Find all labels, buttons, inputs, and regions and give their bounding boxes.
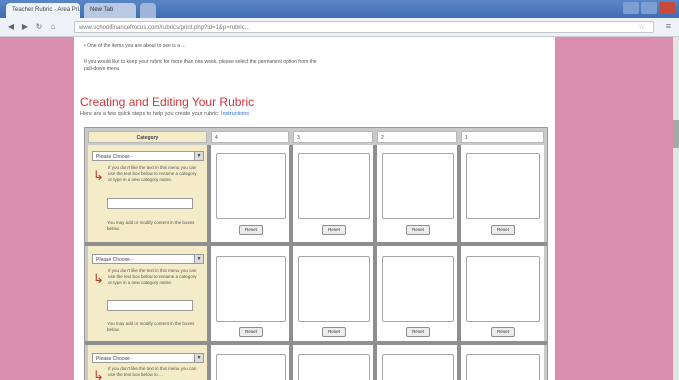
reset-button[interactable]: Reset	[239, 225, 263, 235]
sub-text: Here are a few quick steps to help you c…	[80, 111, 249, 117]
chevron-down-icon: ▼	[194, 255, 203, 263]
category-select[interactable]: Please Choose - ▼	[92, 151, 204, 161]
menu-icon[interactable]: ≡	[666, 21, 671, 31]
category-select-value: Please Choose -	[96, 257, 133, 263]
description-textarea[interactable]	[466, 256, 540, 322]
address-bar[interactable]: www.schoolfinancefrocus.com/rubrics/prin…	[74, 21, 654, 33]
chevron-down-icon: ▼	[194, 354, 203, 362]
category-hint: If you don't like the text in this menu …	[108, 268, 197, 285]
reset-button[interactable]: Reset	[239, 327, 263, 337]
description-textarea[interactable]	[216, 354, 286, 380]
intro-text-3: pull-down menu.	[84, 66, 121, 72]
window-titlebar: Teacher Rubric · Area Pri... New Tab	[0, 0, 679, 18]
page-content: • One of the items you are about to see …	[74, 37, 555, 380]
row-separator	[85, 242, 547, 246]
description-textarea[interactable]	[298, 354, 370, 380]
category-hint: If you don't like the text in this menu …	[108, 366, 197, 377]
row-separator	[85, 341, 547, 345]
reset-button[interactable]: Reset	[406, 327, 430, 337]
close-button[interactable]	[659, 2, 675, 14]
sub-text-label: Here are a few quick steps to help you c…	[80, 111, 220, 117]
rubric-grid: Category 4 3 2 1 Please Choose - ▼ ↳ If …	[84, 127, 548, 380]
description-textarea[interactable]	[216, 153, 286, 219]
page-heading: Creating and Editing Your Rubric	[80, 95, 255, 109]
description-textarea[interactable]	[298, 256, 370, 322]
category-note: You may add or modify content in the box…	[107, 321, 195, 332]
reset-button[interactable]: Reset	[491, 327, 515, 337]
category-select[interactable]: Please Choose - ▼	[92, 353, 204, 363]
description-textarea[interactable]	[382, 354, 454, 380]
description-textarea[interactable]	[382, 256, 454, 322]
forward-icon[interactable]: ▶	[20, 22, 30, 32]
curved-arrow-icon: ↳	[93, 271, 104, 286]
window-controls	[623, 2, 675, 14]
reload-icon[interactable]: ↻	[34, 22, 44, 32]
scrollbar-thumb[interactable]	[673, 120, 679, 148]
navigation-bar: ◀ ▶ ↻ ⌂ www.schoolfinancefrocus.com/rubr…	[0, 18, 679, 37]
reset-button[interactable]: Reset	[491, 225, 515, 235]
maximize-button[interactable]	[641, 2, 657, 14]
description-textarea[interactable]	[216, 256, 286, 322]
instructions-link[interactable]: Instructions	[221, 111, 249, 117]
intro-text-1: • One of the items you are about to see …	[84, 43, 186, 49]
new-tab-button[interactable]	[140, 3, 156, 18]
header-col-2: 2	[377, 131, 457, 143]
description-textarea[interactable]	[382, 153, 454, 219]
scrollbar[interactable]	[673, 37, 679, 380]
category-select[interactable]: Please Choose - ▼	[92, 254, 204, 264]
header-col-4: 4	[211, 131, 289, 143]
category-select-value: Please Choose -	[96, 356, 133, 362]
header-category: Category	[88, 131, 207, 143]
curved-arrow-icon: ↳	[93, 168, 104, 183]
description-textarea[interactable]	[466, 153, 540, 219]
category-name-input[interactable]	[107, 300, 193, 311]
category-note: You may add or modify content in the box…	[107, 220, 195, 231]
chevron-down-icon: ▼	[194, 152, 203, 160]
category-hint: If you don't like the text in this menu …	[108, 165, 197, 182]
reset-button[interactable]: Reset	[406, 225, 430, 235]
category-select-value: Please Choose -	[96, 154, 133, 160]
description-textarea[interactable]	[298, 153, 370, 219]
home-icon[interactable]: ⌂	[48, 22, 58, 32]
curved-arrow-icon: ↳	[93, 368, 104, 380]
description-textarea[interactable]	[466, 354, 540, 380]
intro-text-2: If you would like to keep your rubric fo…	[84, 59, 317, 65]
category-name-input[interactable]	[107, 198, 193, 209]
back-icon[interactable]: ◀	[6, 22, 16, 32]
header-col-3: 3	[293, 131, 373, 143]
minimize-button[interactable]	[623, 2, 639, 14]
tab-active[interactable]: Teacher Rubric · Area Pri...	[6, 3, 80, 18]
reset-button[interactable]: Reset	[322, 225, 346, 235]
tab-new[interactable]: New Tab	[84, 3, 136, 18]
bookmark-star-icon[interactable]: ☆	[638, 22, 645, 31]
header-col-1: 1	[461, 131, 544, 143]
reset-button[interactable]: Reset	[322, 327, 346, 337]
